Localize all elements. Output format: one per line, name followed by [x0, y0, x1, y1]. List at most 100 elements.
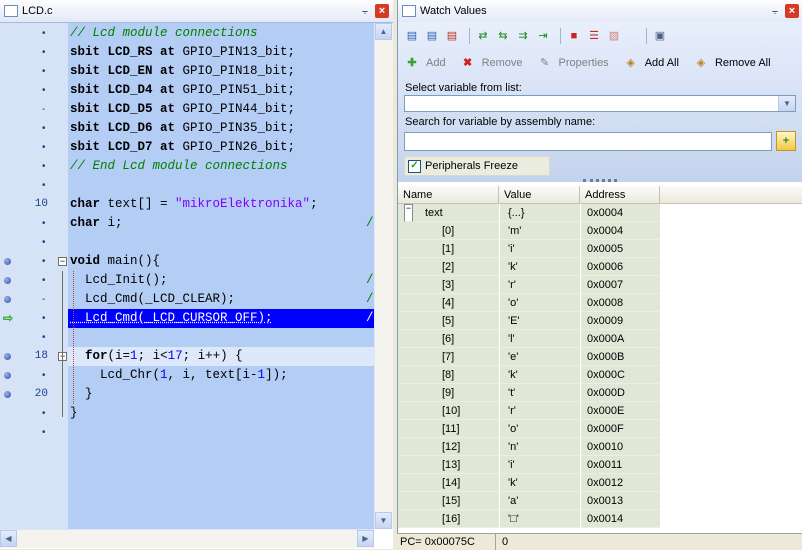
add-all-button[interactable]: ◈ Add All: [623, 55, 678, 71]
table-row[interactable]: [7] 'e' 0x000B: [398, 348, 660, 366]
table-row[interactable]: [0] 'm' 0x0004: [398, 222, 660, 240]
variable-select[interactable]: ▼: [404, 95, 796, 112]
row-name: [2]: [442, 261, 455, 273]
column-header-address[interactable]: Address: [580, 186, 660, 204]
plus-icon: ✚: [407, 57, 417, 69]
code-token: Lcd_Cmd(_LCD_CLEAR);: [70, 292, 236, 306]
resize-grip-icon[interactable]: [583, 179, 617, 185]
close-icon[interactable]: ×: [785, 4, 799, 18]
table-row[interactable]: [6] 'l' 0x000A: [398, 330, 660, 348]
editor-gutter[interactable]: [0, 23, 68, 529]
editor-title: LCD.c: [22, 5, 53, 17]
search-input[interactable]: [404, 132, 772, 151]
code-line[interactable]: // Lcd module connections: [70, 24, 258, 43]
table-row[interactable]: [15] 'a' 0x0013: [398, 492, 660, 510]
chevron-down-icon[interactable]: ▼: [778, 96, 795, 111]
list-icon[interactable]: ☰: [586, 28, 602, 44]
scroll-up-icon[interactable]: ▲: [375, 23, 392, 40]
breakpoint-marker-icon[interactable]: [4, 258, 11, 265]
code-line[interactable]: sbit LCD_RS at GPIO_PIN13_bit;: [70, 43, 295, 62]
table-row[interactable]: [5] 'E' 0x0009: [398, 312, 660, 330]
breakpoint-marker-icon[interactable]: [4, 296, 11, 303]
status-pc: PC= 0x00075C: [400, 536, 475, 548]
code-line[interactable]: }: [70, 404, 78, 423]
column-header-value[interactable]: Value: [499, 186, 580, 204]
watch-window-icon: [402, 5, 416, 17]
table-row[interactable]: [2] 'k' 0x0006: [398, 258, 660, 276]
stop-icon[interactable]: ■: [566, 28, 582, 44]
row-value: 'l': [499, 330, 580, 348]
code-line[interactable]: Lcd_Cmd(_LCD_CURSOR_OFF);: [70, 309, 273, 328]
row-name: text: [425, 207, 443, 219]
breakpoint-marker-icon[interactable]: [4, 372, 11, 379]
properties-button[interactable]: ✎ Properties: [537, 55, 609, 71]
watch-title: Watch Values: [420, 5, 487, 17]
table-row[interactable]: [12] 'n' 0x0010: [398, 438, 660, 456]
window-icon[interactable]: ▣: [652, 28, 668, 44]
editor-vertical-scrollbar[interactable]: ▲ ▼: [374, 23, 393, 529]
watch-delete-icon[interactable]: ▤: [444, 28, 460, 44]
watch-edit-icon[interactable]: ▤: [424, 28, 440, 44]
step-over-icon[interactable]: ⇆: [495, 28, 511, 44]
line-number: 10: [34, 198, 48, 210]
scroll-left-icon[interactable]: ◀: [0, 530, 17, 547]
code-token: "mikroElektronika": [175, 197, 311, 211]
code-line[interactable]: sbit LCD_D7 at GPIO_PIN26_bit;: [70, 138, 295, 157]
table-row[interactable]: [10] 'r' 0x000E: [398, 402, 660, 420]
code-line[interactable]: char i;: [70, 214, 123, 233]
table-row[interactable]: [13] 'i' 0x0011: [398, 456, 660, 474]
breakpoint-marker-icon[interactable]: [4, 391, 11, 398]
remove-button[interactable]: ✖ Remove: [460, 55, 523, 71]
step-out-icon[interactable]: ⇉: [515, 28, 531, 44]
code-token: Lcd_Cmd(_LCD_CURSOR_OFF);: [70, 311, 273, 325]
gutter-dot-icon: •: [42, 275, 46, 286]
row-name: [13]: [442, 459, 461, 471]
table-row[interactable]: [16] '□' 0x0014: [398, 510, 660, 528]
code-line[interactable]: char text[] = "mikroElektronika";: [70, 195, 318, 214]
table-row-root[interactable]: − text {...} 0x0004: [398, 204, 660, 222]
row-name: [16]: [442, 513, 461, 525]
code-line[interactable]: for(i=1; i<17; i++) {: [70, 347, 243, 366]
run-to-cursor-icon[interactable]: ⇥: [535, 28, 551, 44]
code-token: GPIO_PIN35_bit;: [175, 121, 296, 135]
step-into-icon[interactable]: ⇄: [475, 28, 491, 44]
close-icon[interactable]: ×: [375, 4, 389, 18]
code-line[interactable]: sbit LCD_D5 at GPIO_PIN44_bit;: [70, 100, 295, 119]
editor-horizontal-scrollbar[interactable]: ◀ ▶: [0, 529, 374, 548]
code-line[interactable]: sbit LCD_D4 at GPIO_PIN51_bit;: [70, 81, 295, 100]
add-search-button[interactable]: +: [776, 131, 796, 151]
table-row[interactable]: [11] 'o' 0x000F: [398, 420, 660, 438]
scroll-right-icon[interactable]: ▶: [357, 530, 374, 547]
table-row[interactable]: [3] 'r' 0x0007: [398, 276, 660, 294]
remove-all-button[interactable]: ◈ Remove All: [693, 55, 771, 71]
table-row[interactable]: [4] 'o' 0x0008: [398, 294, 660, 312]
peripherals-freeze-checkbox[interactable]: ✓ Peripherals Freeze: [404, 156, 550, 176]
table-row[interactable]: [8] 'k' 0x000C: [398, 366, 660, 384]
code-token: i;: [100, 216, 123, 230]
breakpoint-marker-icon[interactable]: [4, 277, 11, 284]
code-line[interactable]: void main(){: [70, 252, 160, 271]
column-header-name[interactable]: Name: [398, 186, 499, 204]
code-line[interactable]: sbit LCD_D6 at GPIO_PIN35_bit;: [70, 119, 295, 138]
code-line[interactable]: Lcd_Cmd(_LCD_CLEAR);: [70, 290, 235, 309]
code-line[interactable]: Lcd_Chr(1, i, text[i-1]);: [70, 366, 288, 385]
gutter-dot-icon: •: [42, 313, 46, 324]
table-row[interactable]: [14] 'k' 0x0012: [398, 474, 660, 492]
code-line[interactable]: // End Lcd module connections: [70, 157, 288, 176]
table-row[interactable]: [1] 'i' 0x0005: [398, 240, 660, 258]
collapse-icon[interactable]: −: [404, 204, 413, 222]
checkmark-icon[interactable]: ✓: [408, 159, 421, 173]
pin-icon[interactable]: ⨪: [768, 4, 782, 18]
scroll-down-icon[interactable]: ▼: [375, 512, 392, 529]
watch-add-icon[interactable]: ▤: [404, 28, 420, 44]
code-line[interactable]: sbit LCD_EN at GPIO_PIN18_bit;: [70, 62, 295, 81]
code-line[interactable]: Lcd_Init();: [70, 271, 168, 290]
pin-icon[interactable]: ⨪: [358, 4, 372, 18]
code-token: , i, text[i-: [167, 368, 258, 382]
fold-collapse-icon[interactable]: −: [58, 257, 67, 266]
row-value: 'k': [499, 258, 580, 276]
breakpoint-marker-icon[interactable]: [4, 353, 11, 360]
table-row[interactable]: [9] 't' 0x000D: [398, 384, 660, 402]
properties-icon: ✎: [539, 57, 550, 69]
add-button[interactable]: ✚ Add: [404, 55, 445, 71]
